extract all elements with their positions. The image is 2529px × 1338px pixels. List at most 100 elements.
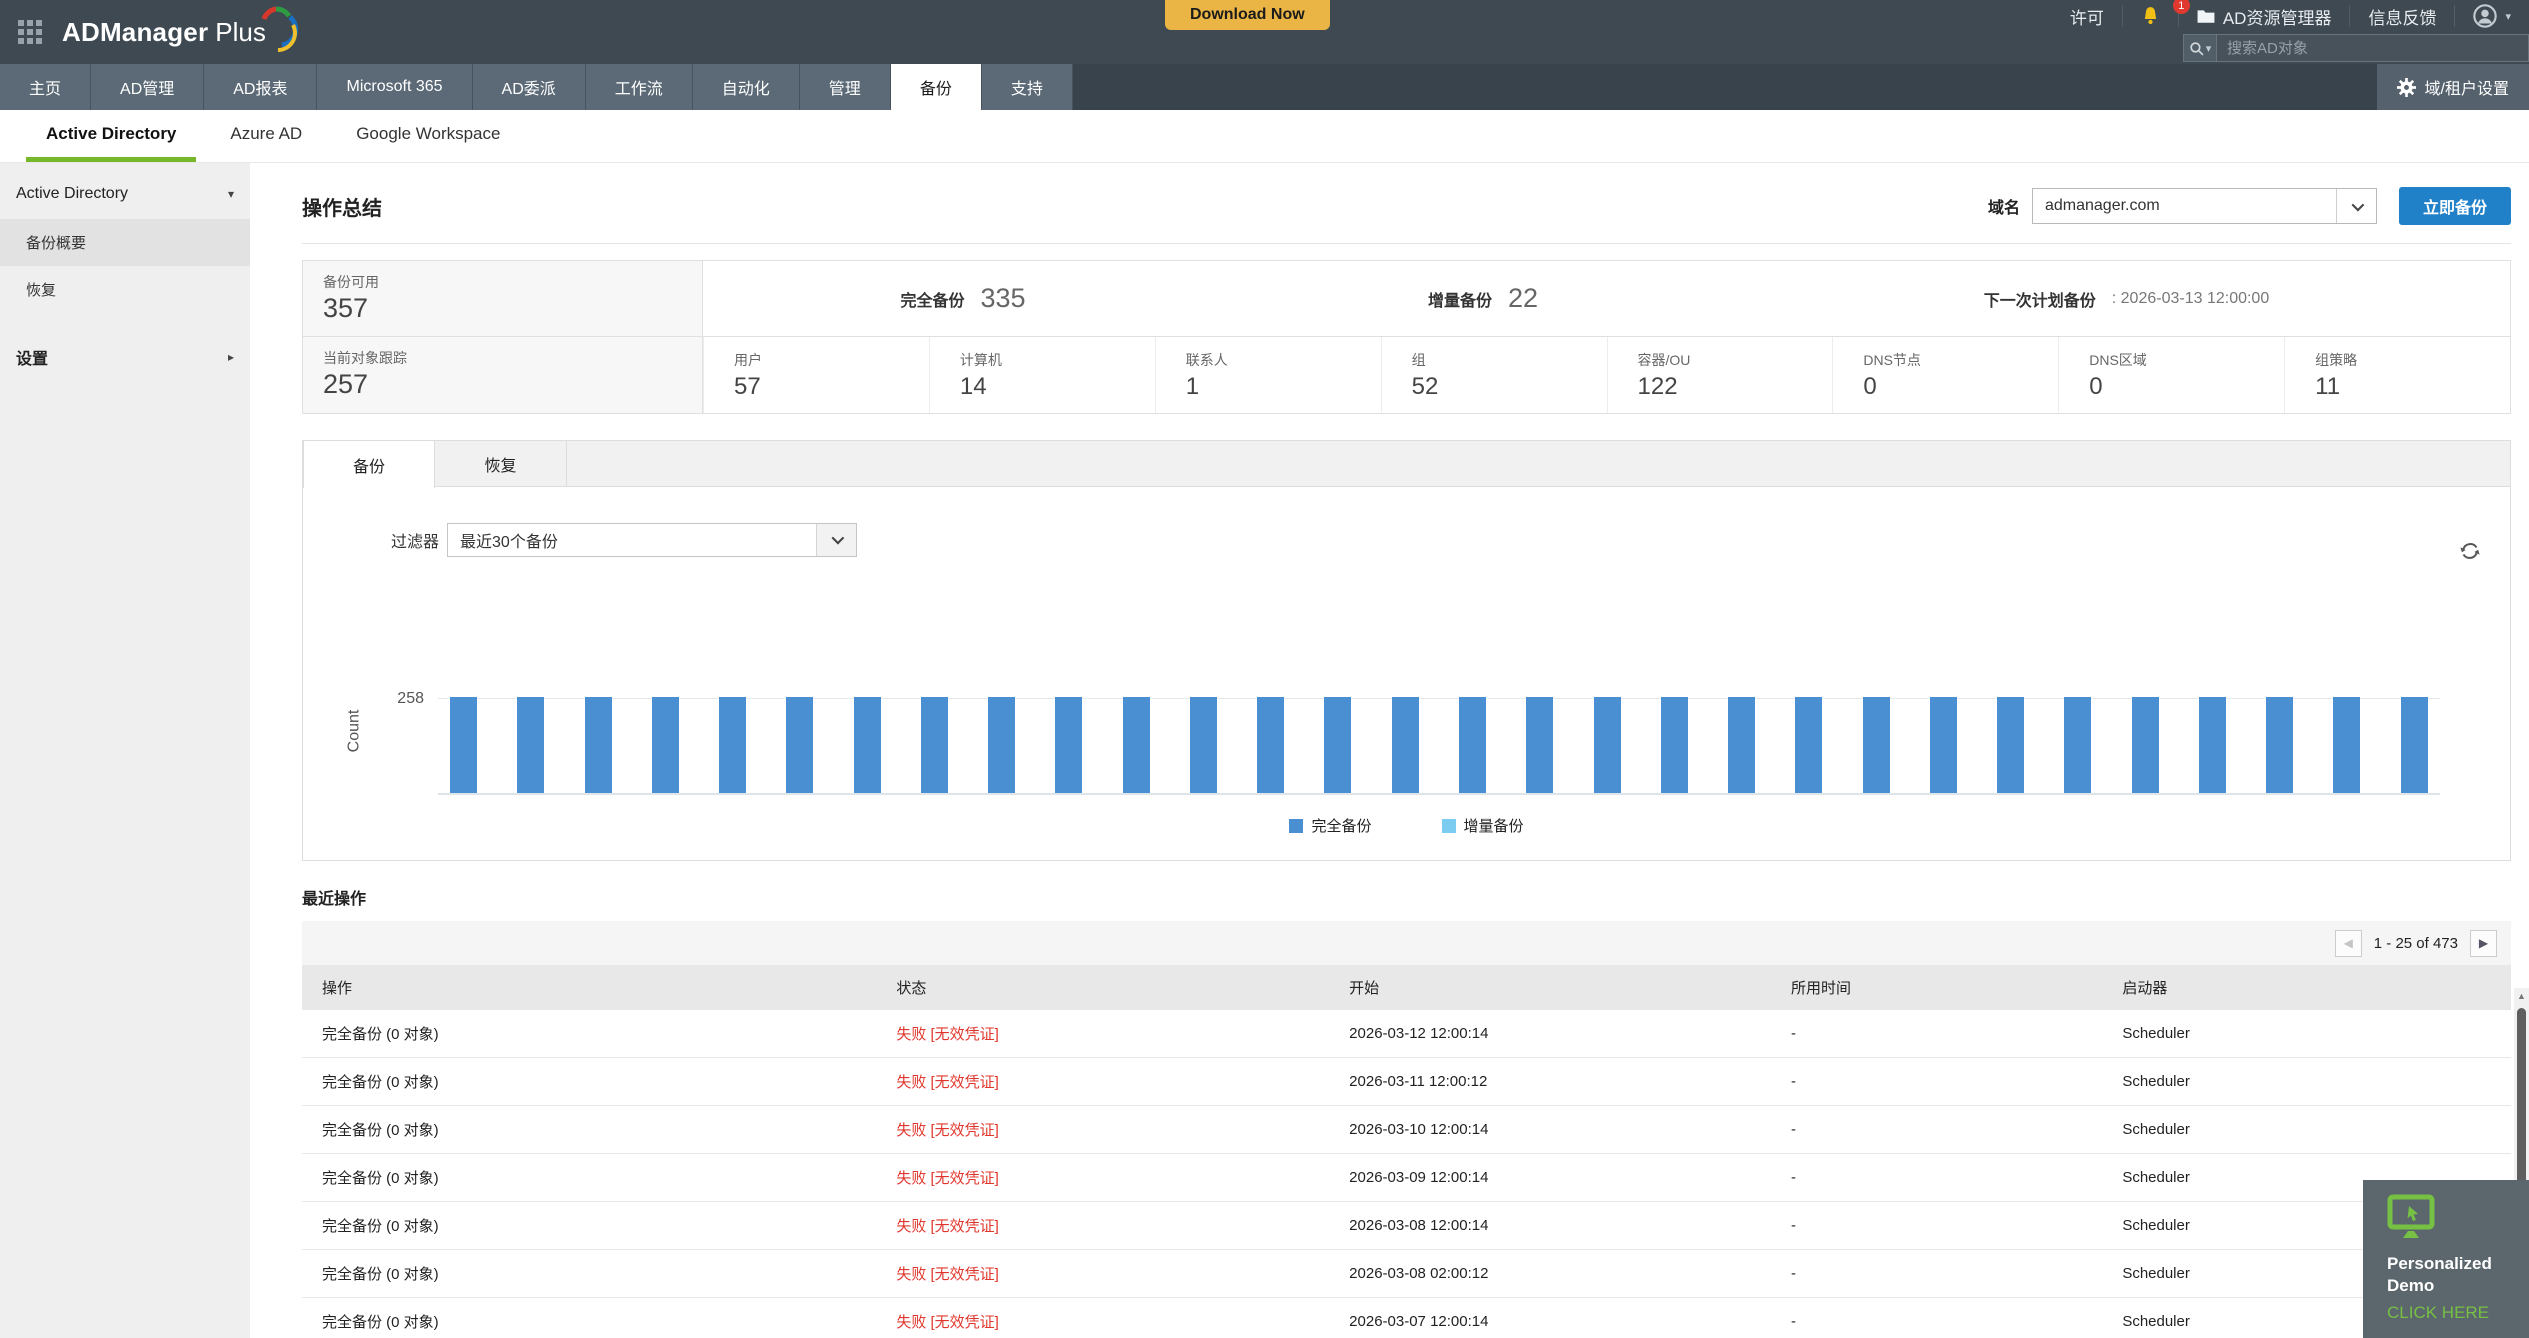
scrollbar-up-arrow[interactable]: ▲ xyxy=(2514,988,2529,1004)
object-stat-value: 1 xyxy=(1185,373,1200,400)
table-row[interactable]: 完全备份 (0 对象) 失败 [无效凭证] 2026-03-07 12:00:14-… xyxy=(302,1297,2511,1338)
object-stat-label: DNS节点 xyxy=(1863,352,1921,368)
tracked-objects-label: 当前对象跟踪 xyxy=(323,350,407,366)
ops-cell-duration: - xyxy=(1770,1057,2103,1106)
nav-tab-自动化[interactable]: 自动化 xyxy=(692,64,800,110)
tab-restore[interactable]: 恢复 xyxy=(435,441,567,486)
refresh-button[interactable] xyxy=(2460,541,2480,566)
license-label: 许可 xyxy=(2069,8,2104,28)
table-row[interactable]: 完全备份 (0 对象) 失败 [无效凭证] 2026-03-09 12:00:14-… xyxy=(302,1153,2511,1202)
object-stat-value: 52 xyxy=(1411,373,1439,400)
nav-tab-备份[interactable]: 备份 xyxy=(890,64,982,110)
table-row[interactable]: 完全备份 (0 对象) 失败 [无效凭证] 2026-03-12 12:00:14-… xyxy=(302,1010,2511,1058)
demo-click-here[interactable]: CLICK HERE xyxy=(2387,1303,2529,1323)
table-row[interactable]: 完全备份 (0 对象) 失败 [无效凭证] 2026-03-10 12:00:14-… xyxy=(302,1105,2511,1154)
ad-explorer-link[interactable]: AD资源管理器 xyxy=(2177,5,2350,28)
subnav-tab-Active Directory[interactable]: Active Directory xyxy=(26,110,197,162)
feedback-label: 信息反馈 xyxy=(2368,8,2437,28)
object-stat-label: 组 xyxy=(1411,352,1426,368)
apps-grid-icon[interactable] xyxy=(18,20,42,44)
incr-backup-label: 增量备份 xyxy=(1427,292,1492,310)
filter-select[interactable]: 最近30个备份 xyxy=(447,522,858,557)
bar-27 xyxy=(2198,697,2226,793)
table-row[interactable]: 完全备份 (0 对象) 失败 [无效凭证] 2026-03-11 12:00:12-… xyxy=(302,1057,2511,1106)
nav-tab-管理[interactable]: 管理 xyxy=(799,64,891,110)
object-stat-DNS节点: DNS节点 0 xyxy=(1832,337,2058,413)
app-logo[interactable]: ADManager Plus xyxy=(62,6,298,52)
sidebar: Active Directory ▾ 备份概要 恢复 设置 ▸ xyxy=(0,163,250,1338)
user-avatar-icon xyxy=(2473,4,2498,28)
top-right-area: 许可 1 AD资源管理器 信息反馈 ▾ ▾ 搜索AD对象 xyxy=(2052,0,2529,62)
nav-tab-AD管理[interactable]: AD管理 xyxy=(91,64,205,110)
bar-2 xyxy=(517,697,545,793)
object-stat-label: 计算机 xyxy=(959,352,1002,368)
bar-7 xyxy=(853,697,881,793)
backup-now-button[interactable]: 立即备份 xyxy=(2398,187,2511,225)
tab-backup[interactable]: 备份 xyxy=(303,441,435,488)
sidebar-items: 备份概要 恢复 xyxy=(0,219,250,313)
notifications-button[interactable]: 1 xyxy=(2121,0,2190,27)
recent-ops-toolbar: ◀ 1 - 25 of 473 ▶ xyxy=(302,921,2511,965)
ops-cell-start: 2026-03-09 12:00:14 xyxy=(1329,1153,1771,1202)
summary-header: 操作总结 域名 admanager.com 立即备份 xyxy=(302,163,2511,244)
object-stat-value: 122 xyxy=(1637,373,1678,400)
object-stat-容器/OU: 容器/OU 122 xyxy=(1606,337,1833,413)
search-ad-objects-input[interactable] xyxy=(2217,34,2529,62)
ops-cell-op: 完全备份 (0 对象) xyxy=(302,1153,877,1202)
page-title: 操作总结 xyxy=(302,197,382,220)
bar-16 xyxy=(1458,697,1486,793)
download-now-button[interactable]: Download Now xyxy=(1165,0,1330,30)
sidebar-settings-label: 设置 xyxy=(16,351,49,368)
feedback-link[interactable]: 信息反馈 xyxy=(2349,5,2454,28)
ops-cell-start: 2026-03-07 12:00:14 xyxy=(1329,1297,1771,1338)
full-backup-cell: 完全备份 335 xyxy=(703,261,1223,336)
summary-stats: 备份可用 357 完全备份 335 增量备份 22 下一次计划备份 : 2026… xyxy=(302,260,2511,414)
chevron-down-icon xyxy=(2335,189,2376,223)
sidebar-item-备份概要[interactable]: 备份概要 xyxy=(0,219,250,266)
ops-cell-status: 失败 [无效凭证] xyxy=(876,1297,1330,1338)
ops-cell-op: 完全备份 (0 对象) xyxy=(302,1249,877,1298)
sidebar-item-settings[interactable]: 设置 ▸ xyxy=(0,327,250,387)
ops-cell-start: 2026-03-11 12:00:12 xyxy=(1329,1057,1771,1106)
ops-cell-status: 失败 [无效凭证] xyxy=(876,1057,1330,1106)
nav-tab-Microsoft 365[interactable]: Microsoft 365 xyxy=(317,64,473,110)
sidebar-item-恢复[interactable]: 恢复 xyxy=(0,266,250,313)
main-content: 操作总结 域名 admanager.com 立即备份 备份可用 357 完全备份 xyxy=(250,163,2529,1338)
object-stat-value: 57 xyxy=(734,373,761,400)
sidebar-group-active-directory[interactable]: Active Directory ▾ xyxy=(0,169,250,219)
chart-body: 过滤器 最近30个备份 Count 258 完全备份 增量备份 xyxy=(303,487,2510,860)
ops-cell-op: 完全备份 (0 对象) xyxy=(302,1297,877,1338)
object-stat-label: 用户 xyxy=(734,352,762,368)
legend-增量备份: 增量备份 xyxy=(1441,815,1524,836)
domain-select[interactable]: admanager.com xyxy=(2031,188,2377,224)
y-axis-tick: 258 xyxy=(397,690,424,708)
domain-tenant-settings-button[interactable]: 域/租户设置 xyxy=(2376,64,2529,110)
search-icon xyxy=(2190,41,2204,56)
nav-tab-AD报表[interactable]: AD报表 xyxy=(204,64,318,110)
personalized-demo-widget[interactable]: Personalized Demo CLICK HERE xyxy=(2363,1180,2529,1338)
page-next-button[interactable]: ▶ xyxy=(2470,929,2497,957)
ops-col-启动器: 启动器 xyxy=(2122,980,2168,997)
nav-tab-主页[interactable]: 主页 xyxy=(0,64,92,110)
subnav-tab-Azure AD[interactable]: Azure AD xyxy=(210,110,322,162)
body-wrap: Active Directory ▾ 备份概要 恢复 设置 ▸ 操作总结 域名 a… xyxy=(0,163,2529,1338)
demo-monitor-icon xyxy=(2387,1194,2435,1238)
incr-backup-cell: 增量备份 22 xyxy=(1223,261,1743,336)
demo-line1: Personalized xyxy=(2387,1254,2492,1273)
search-scope-button[interactable]: ▾ xyxy=(2183,34,2217,62)
license-link[interactable]: 许可 xyxy=(2052,5,2122,28)
nav-tab-AD委派[interactable]: AD委派 xyxy=(472,64,586,110)
nav-tab-工作流[interactable]: 工作流 xyxy=(585,64,693,110)
page-prev-button[interactable]: ◀ xyxy=(2334,929,2362,957)
subnav-tab-Google Workspace[interactable]: Google Workspace xyxy=(336,110,520,162)
nav-tab-支持[interactable]: 支持 xyxy=(981,64,1073,110)
next-backup-cell: 下一次计划备份 : 2026-03-13 12:00:00 xyxy=(1743,261,2510,336)
account-menu[interactable]: ▾ xyxy=(2454,4,2529,28)
legend-swatch-icon xyxy=(1441,818,1456,833)
object-stat-value: 0 xyxy=(1863,373,1877,400)
legend-label: 增量备份 xyxy=(1463,818,1524,835)
table-row[interactable]: 完全备份 (0 对象) 失败 [无效凭证] 2026-03-08 12:00:14-… xyxy=(302,1201,2511,1250)
bar-19 xyxy=(1660,697,1688,793)
pagination-text: 1 - 25 of 473 xyxy=(2373,934,2458,952)
table-row[interactable]: 完全备份 (0 对象) 失败 [无效凭证] 2026-03-08 02:00:12-… xyxy=(302,1249,2511,1298)
